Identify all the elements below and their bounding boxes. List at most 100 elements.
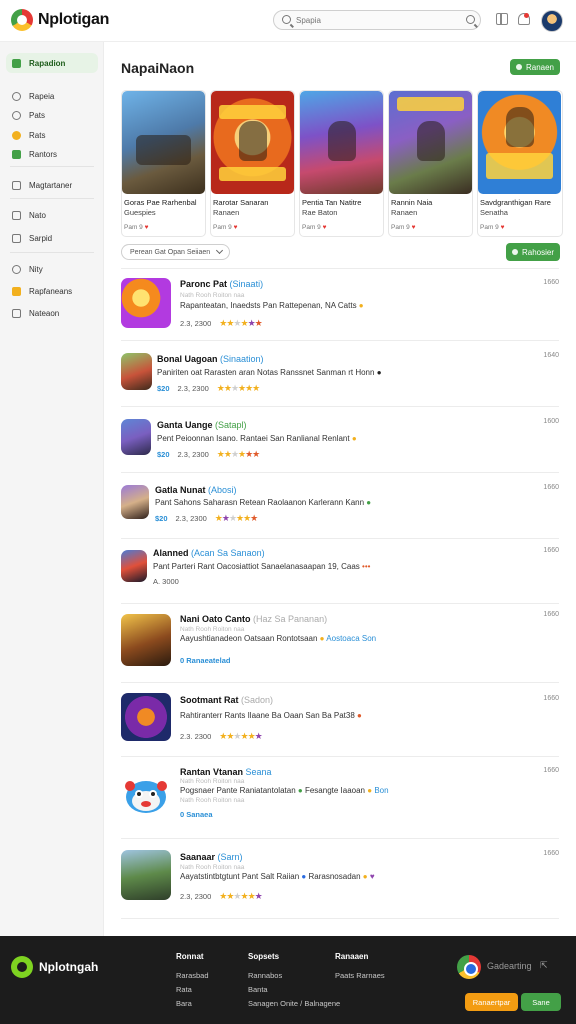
- featured-meta: Pam 9 ♥: [124, 224, 149, 231]
- game-subtitle: Nath Rooh Roiton naa: [180, 778, 245, 785]
- search-submit-icon[interactable]: [466, 15, 475, 24]
- game-subtitle: Nath Rooh Roiton naa: [180, 864, 245, 871]
- game-rating: $20 2.3, 2300 ★★★★★★: [157, 449, 260, 459]
- browser-label[interactable]: Gadearting: [487, 961, 532, 971]
- featured-subtitle: Senatha: [480, 208, 508, 217]
- footer-primary-button[interactable]: Ranaertpar: [465, 993, 518, 1011]
- game-icon: [121, 693, 171, 741]
- sidebar-item-home[interactable]: Rapadion: [6, 53, 98, 73]
- game-description: Pant Parteri Rant Oacosiattiot Sanaelana…: [153, 562, 371, 571]
- game-description: Aayatstintbtgtunt Pant Salt Raiian ● Rar…: [180, 872, 375, 881]
- featured-subtitle: Guespies: [124, 208, 156, 217]
- featured-card[interactable]: Rannin Naia Ranaen Pam 9 ♥: [388, 90, 473, 237]
- folder-icon: [12, 286, 21, 296]
- game-row[interactable]: Gatla Nunat (Abosi) Pant Sahons Saharasn…: [121, 482, 559, 538]
- sidebar-item-10[interactable]: Nateaon: [6, 303, 98, 323]
- app-brand[interactable]: Nplotigan: [38, 11, 109, 29]
- sidebar-item-label: Pats: [29, 110, 46, 120]
- game-title: Saanaar (Sarn): [180, 852, 243, 862]
- featured-card[interactable]: Goras Pae Rarhenbal Guespies Pam 9 ♥: [121, 90, 206, 237]
- game-description: Paniriten oat Rarasten aran Notas Ranssn…: [157, 368, 382, 377]
- browser-icon[interactable]: [457, 955, 481, 979]
- footer-link[interactable]: Bara: [176, 999, 192, 1008]
- star-rating-icon: ★★★★★★: [214, 513, 258, 523]
- sidebar-divider: [10, 198, 94, 199]
- featured-meta: Pam 9 ♥: [213, 224, 238, 231]
- game-title: Gatla Nunat (Abosi): [155, 485, 237, 495]
- game-row[interactable]: Sootmant Rat (Sadon) Rahtiranterr Rants …: [121, 692, 559, 756]
- game-row[interactable]: Saanaar (Sarn) Nath Rooh Roiton naa Aaya…: [121, 847, 559, 917]
- app-logo-icon[interactable]: [11, 9, 33, 31]
- featured-subtitle: Ranaen: [213, 208, 240, 217]
- sidebar-item-label: Rantors: [29, 149, 58, 159]
- list-divider: [121, 682, 559, 683]
- game-row[interactable]: Alanned (Acan Sa Sanaon) Pant Parteri Ra…: [121, 547, 559, 603]
- sidebar-item-label: Nateaon: [29, 308, 60, 318]
- footer-column-title: Ronnat: [176, 952, 204, 961]
- search-input[interactable]: [296, 13, 456, 27]
- game-rating: $20 2.3, 2300 ★★★★★★: [157, 383, 260, 393]
- game-row[interactable]: Paronc Pat (Sinaati) Nath Rooh Roiton na…: [121, 276, 559, 340]
- featured-card[interactable]: Rarotar Sanaran Ranaen Pam 9 ♥: [210, 90, 295, 237]
- footer-link[interactable]: Rannabos: [248, 971, 282, 980]
- page-title: NapaiNaon: [121, 60, 195, 76]
- game-timestamp: 1640: [543, 352, 559, 359]
- sidebar-item-6[interactable]: Nato: [6, 205, 98, 225]
- list-divider: [121, 756, 559, 757]
- footer-link[interactable]: Paats Rarnaes: [335, 971, 385, 980]
- featured-card[interactable]: Savdgranthigan Rare Senatha Pam 9 ♥: [477, 90, 563, 237]
- list-divider: [121, 472, 559, 473]
- game-title: Ganta Uange (Satapl): [157, 420, 247, 430]
- game-rating: $20 2.3, 2300 ★★★★★★: [155, 513, 258, 523]
- gift-icon[interactable]: [496, 13, 508, 25]
- game-icon: [121, 550, 147, 582]
- game-row[interactable]: Bonal Uagoan (Sinaation) Paniriten oat R…: [121, 350, 559, 406]
- list-divider: [121, 268, 559, 269]
- sidebar-item-3[interactable]: Rats: [6, 125, 98, 145]
- footer-brand[interactable]: Nplotngah: [39, 960, 98, 974]
- game-row[interactable]: Rantan Vtanan Seana Nath Rooh Roiton naa…: [121, 764, 559, 838]
- filter-dropdown[interactable]: Perean Gat Opan Seiiaen: [121, 244, 230, 260]
- game-timestamp: 1660: [543, 279, 559, 286]
- game-description: Pant Sahons Saharasn Retean Raolaanon Ka…: [155, 498, 372, 507]
- external-link-icon[interactable]: ⇱: [540, 960, 548, 971]
- sidebar-item-1[interactable]: Rapeia: [6, 86, 98, 106]
- footer-secondary-button[interactable]: Sane: [521, 993, 561, 1011]
- search-icon: [282, 15, 291, 24]
- footer-link[interactable]: Rarasbad: [176, 971, 209, 980]
- footer-link[interactable]: Sanagen Onite / Balnagene: [248, 999, 340, 1008]
- game-icon: [121, 770, 171, 820]
- featured-subtitle: Ranaen: [391, 208, 418, 217]
- game-icon: [121, 850, 171, 900]
- filter-action-button[interactable]: Rahosier: [506, 243, 560, 261]
- game-art-image: [300, 91, 383, 194]
- sidebar-item-4[interactable]: Rantors: [6, 144, 98, 164]
- main-content: NapaiNaon Ranaen Goras Pae Rarhenbal Gue…: [104, 42, 576, 936]
- game-row[interactable]: Nani Oato Canto (Haz Sa Pananan) Nath Ro…: [121, 611, 559, 682]
- game-rating: 2.3. 2300 ★★★★★★: [180, 731, 263, 741]
- user-avatar[interactable]: [541, 10, 563, 32]
- game-art-image: [211, 91, 294, 194]
- sidebar-item-5[interactable]: Magtartaner: [6, 175, 98, 195]
- sidebar-item-8[interactable]: Nity: [6, 259, 98, 279]
- search-bar[interactable]: [273, 10, 481, 30]
- list-divider: [121, 340, 559, 341]
- game-price: 0 Ranaeatelad: [180, 656, 231, 665]
- footer-logo-icon[interactable]: [11, 956, 33, 978]
- sidebar-item-9[interactable]: Rapfaneans: [6, 281, 98, 301]
- footer-link[interactable]: Banta: [248, 985, 268, 994]
- game-description: Pogsnaer Pante Raniatantolatan ● Fesangt…: [180, 786, 389, 795]
- footer-link[interactable]: Rata: [176, 985, 192, 994]
- square-icon: [12, 308, 21, 318]
- game-row[interactable]: Ganta Uange (Satapl) Pent Peioonnan Isan…: [121, 416, 559, 472]
- game-icon: [121, 353, 152, 390]
- sidebar-item-7[interactable]: Sarpid: [6, 228, 98, 248]
- sidebar-item-2[interactable]: Pats: [6, 105, 98, 125]
- game-description: Rapanteatan, Inaedsts Pan Rattepenan, NA…: [180, 301, 364, 310]
- featured-card[interactable]: Pentia Tan Natitre Rae Baton Pam 9 ♥: [299, 90, 384, 237]
- top-action-button[interactable]: Ranaen: [510, 59, 560, 75]
- featured-subtitle: Rae Baton: [302, 208, 338, 217]
- circle-icon: [12, 264, 21, 274]
- game-icon: [121, 278, 171, 328]
- star-rating-icon: ★★★★★★: [216, 449, 260, 459]
